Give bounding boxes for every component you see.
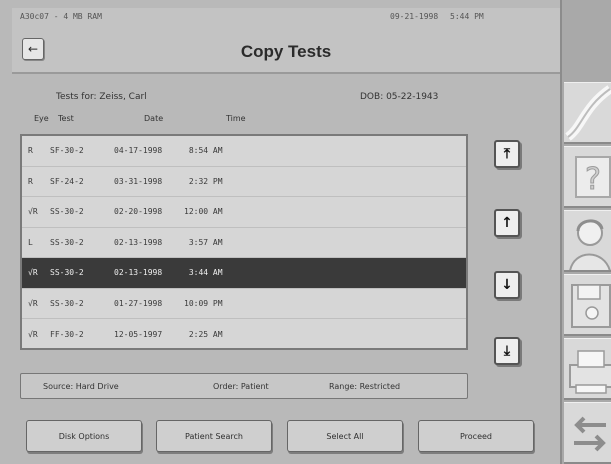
- dob-label: DOB: 05-22-1943: [360, 92, 439, 102]
- arrow-down-icon: ↓: [501, 277, 513, 293]
- scroll-down-button[interactable]: ↓: [494, 271, 520, 299]
- svg-text:?: ?: [585, 162, 601, 197]
- eye-cell: √R: [28, 207, 38, 217]
- tests-for-label: Tests for: Zeiss, Carl: [56, 92, 147, 102]
- floppy-disk-icon: [571, 284, 611, 328]
- system-date: 09-21-1998: [390, 12, 439, 21]
- eye-cell: L: [28, 237, 33, 247]
- sidebar-print-button[interactable]: [564, 338, 611, 400]
- time-cell: 10:09 PM: [184, 298, 223, 308]
- time-cell: 2:25 AM: [184, 329, 223, 339]
- time-cell: 2:32 PM: [184, 176, 223, 186]
- sidebar-help-button[interactable]: ?: [564, 146, 611, 208]
- column-header-date: Date: [144, 114, 164, 123]
- sidebar-home-button[interactable]: [564, 82, 611, 144]
- table-row[interactable]: R SF-24-2 03-31-1998 2:32 PM: [22, 167, 466, 197]
- proceed-button[interactable]: Proceed: [418, 420, 534, 452]
- select-all-button[interactable]: Select All: [287, 420, 403, 452]
- test-cell: SF-24-2: [50, 176, 84, 186]
- source-label: Source: Hard Drive: [43, 382, 119, 391]
- time-cell: 3:44 AM: [184, 268, 223, 278]
- swoosh-icon: [565, 85, 611, 141]
- eye-cell: √R: [28, 298, 38, 308]
- eye-cell: R: [28, 146, 33, 156]
- column-header-time: Time: [226, 114, 246, 123]
- arrow-to-top-icon: ⤒: [503, 146, 511, 162]
- table-row[interactable]: L SS-30-2 02-13-1998 3:57 AM: [22, 228, 466, 258]
- swap-arrows-icon: [574, 416, 606, 452]
- scroll-up-button[interactable]: ↑: [494, 209, 520, 237]
- table-row-selected[interactable]: √R SS-30-2 02-13-1998 3:44 AM: [22, 258, 466, 289]
- table-row[interactable]: √R SS-30-2 01-27-1998 10:09 PM: [22, 289, 466, 319]
- status-bar: Source: Hard Drive Order: Patient Range:…: [20, 373, 468, 399]
- eye-cell: R: [28, 176, 33, 186]
- date-cell: 12-05-1997: [114, 329, 163, 339]
- date-cell: 03-31-1998: [114, 176, 163, 186]
- range-label: Range: Restricted: [329, 382, 401, 391]
- date-cell: 02-13-1998: [114, 237, 163, 247]
- arrow-up-icon: ↑: [501, 215, 513, 231]
- test-cell: SS-30-2: [50, 237, 84, 247]
- table-row[interactable]: √R FF-30-2 12-05-1997 2:25 AM: [22, 319, 466, 350]
- printer-icon: [569, 350, 611, 394]
- system-info: A30c07 - 4 MB RAM: [20, 12, 102, 21]
- order-label: Order: Patient: [213, 382, 269, 391]
- eye-cell: √R: [28, 329, 38, 339]
- scroll-top-button[interactable]: ⤒: [494, 140, 520, 168]
- page-title: Copy Tests: [240, 42, 332, 61]
- table-row[interactable]: √R SS-30-2 02-20-1998 12:00 AM: [22, 197, 466, 228]
- sidebar: ?: [560, 0, 611, 464]
- test-cell: SS-30-2: [50, 268, 84, 278]
- tests-list[interactable]: R SF-30-2 04-17-1998 8:54 AM R SF-24-2 03-31…: [20, 134, 468, 350]
- sidebar-patient-button[interactable]: [564, 210, 611, 272]
- patient-search-button[interactable]: Patient Search: [156, 420, 272, 452]
- help-question-icon: ?: [575, 156, 611, 198]
- date-cell: 02-20-1998: [114, 207, 163, 217]
- column-header-test: Test: [58, 114, 74, 123]
- date-cell: 04-17-1998: [114, 146, 163, 156]
- system-time: 5:44 PM: [450, 12, 484, 21]
- sidebar-switch-button[interactable]: [564, 402, 611, 464]
- test-cell: SS-30-2: [50, 298, 84, 308]
- date-cell: 02-13-1998: [114, 268, 163, 278]
- test-cell: SF-30-2: [50, 146, 84, 156]
- date-cell: 01-27-1998: [114, 298, 163, 308]
- column-header-eye: Eye: [34, 114, 49, 123]
- test-cell: FF-30-2: [50, 329, 84, 339]
- test-cell: SS-30-2: [50, 207, 84, 217]
- arrow-to-bottom-icon: ⤓: [503, 343, 511, 359]
- patient-profile-icon: [569, 219, 611, 270]
- table-row[interactable]: R SF-30-2 04-17-1998 8:54 AM: [22, 136, 466, 167]
- title-bar: A30c07 - 4 MB RAM 09-21-1998 5:44 PM ← C…: [12, 8, 560, 74]
- time-cell: 8:54 AM: [184, 146, 223, 156]
- tests-panel: Tests for: Zeiss, Carl DOB: 05-22-1943 E…: [12, 78, 560, 368]
- time-cell: 12:00 AM: [184, 207, 223, 217]
- time-cell: 3:57 AM: [184, 237, 223, 247]
- sidebar-disk-button[interactable]: [564, 274, 611, 336]
- scroll-bottom-button[interactable]: ⤓: [494, 337, 520, 365]
- disk-options-button[interactable]: Disk Options: [26, 420, 142, 452]
- main-window: A30c07 - 4 MB RAM 09-21-1998 5:44 PM ← C…: [0, 0, 560, 464]
- eye-cell: √R: [28, 268, 38, 278]
